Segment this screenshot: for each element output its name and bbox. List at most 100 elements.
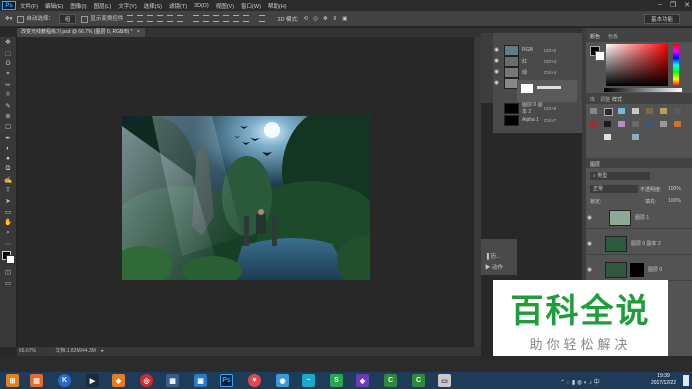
history-brush-tool-icon[interactable]: ✒ xyxy=(0,132,16,143)
document-tab[interactable]: 改变光线教程练习.psd @ 66.7% (图层 0, RGB/8) * × xyxy=(17,28,145,37)
blur-tool-icon[interactable]: ⧉ xyxy=(0,164,16,175)
visibility-eye-icon[interactable]: ◉ xyxy=(586,267,593,273)
style-swatch[interactable] xyxy=(632,108,639,114)
app-folder-icon[interactable]: ▤ xyxy=(30,374,43,387)
menu-type[interactable]: 文字(Y) xyxy=(118,2,136,10)
channel-row[interactable]: ◉ 红 Ctrl+3 xyxy=(493,55,582,67)
close-button[interactable]: ✕ xyxy=(684,1,690,9)
history-item[interactable]: ▐ 历... xyxy=(485,252,501,260)
tab-styles[interactable]: 样式 xyxy=(612,96,622,103)
app-heart-icon[interactable]: ♥ xyxy=(248,374,261,387)
style-swatch[interactable] xyxy=(618,108,625,114)
tab-swatches[interactable]: 色板 xyxy=(608,33,618,40)
menu-window[interactable]: 窗口(W) xyxy=(241,2,261,10)
app-purple-icon[interactable]: ◈ xyxy=(356,374,369,387)
style-swatch[interactable] xyxy=(604,108,613,116)
menu-view[interactable]: 视图(V) xyxy=(216,2,234,10)
color-ramp[interactable] xyxy=(604,88,682,92)
status-arrow-icon[interactable]: ▸ xyxy=(101,348,104,354)
channel-row[interactable]: ◉ RGB Ctrl+2 xyxy=(493,44,582,56)
app-wave-icon[interactable]: ~ xyxy=(302,374,315,387)
gradient-tool-icon[interactable]: ● xyxy=(0,154,16,165)
menu-layer[interactable]: 图层(L) xyxy=(94,2,112,10)
app-fox-icon[interactable]: ◆ xyxy=(112,374,125,387)
type-tool-icon[interactable]: T xyxy=(0,185,16,196)
align-center-icon[interactable] xyxy=(167,15,174,22)
start-button-icon[interactable]: ⊞ xyxy=(6,374,19,387)
visibility-eye-icon[interactable]: ◉ xyxy=(586,241,593,247)
style-swatch[interactable] xyxy=(646,108,653,114)
menu-filter[interactable]: 滤镜(T) xyxy=(169,2,187,10)
style-swatch[interactable] xyxy=(674,121,681,127)
pen-tool-icon[interactable]: ✍ xyxy=(0,175,16,186)
shape-tool-icon[interactable]: ▭ xyxy=(0,207,16,218)
style-swatch[interactable] xyxy=(590,121,597,127)
fill-value[interactable]: 100% xyxy=(668,198,681,204)
minimize-button[interactable]: – xyxy=(658,1,662,9)
align-middle-icon[interactable] xyxy=(137,15,144,22)
app-music-icon[interactable]: ◎ xyxy=(140,374,153,387)
app-photos-icon[interactable]: ▣ xyxy=(194,374,207,387)
style-swatch[interactable] xyxy=(632,134,639,140)
zoom-level[interactable]: 66.67% xyxy=(19,348,36,354)
floating-panel-dock[interactable] xyxy=(517,80,577,102)
color-swatches[interactable] xyxy=(0,249,16,267)
screen-mode-icon[interactable]: ▭ xyxy=(0,277,16,288)
app-camtasia-icon[interactable]: C xyxy=(412,374,425,387)
eraser-tool-icon[interactable]: ◐ xyxy=(0,143,16,154)
app-browser-icon[interactable]: K xyxy=(58,374,71,387)
show-transform-checkbox[interactable]: 显示变换控件 xyxy=(81,14,123,23)
style-swatch[interactable] xyxy=(674,108,681,114)
distribute-left-icon[interactable] xyxy=(223,15,230,22)
auto-select-checkbox[interactable]: 自动选择： xyxy=(17,14,54,23)
layer-filter-dropdown[interactable]: ⌕ 类型 xyxy=(590,172,650,180)
menu-select[interactable]: 选择(S) xyxy=(144,2,162,10)
app-chat-icon[interactable]: ◉ xyxy=(276,374,289,387)
vertical-scrollbar[interactable] xyxy=(474,37,481,347)
app-video-icon[interactable]: ▶ xyxy=(86,374,99,387)
3d-slide-icon[interactable]: ⇕ xyxy=(333,16,338,22)
app-camtasia-icon[interactable]: C xyxy=(384,374,397,387)
crop-tool-icon[interactable]: ✂ xyxy=(0,79,16,90)
menu-file[interactable]: 文件(F) xyxy=(20,2,38,10)
path-select-tool-icon[interactable]: ➤ xyxy=(0,196,16,207)
app-files-icon[interactable]: ▦ xyxy=(166,374,179,387)
brush-tool-icon[interactable]: ⊕ xyxy=(0,111,16,122)
color-picker-field[interactable] xyxy=(606,44,668,86)
app-photoshop-icon[interactable]: Ps xyxy=(220,374,233,387)
eyedropper-tool-icon[interactable]: ⌾ xyxy=(0,90,16,101)
menu-edit[interactable]: 编辑(E) xyxy=(45,2,63,10)
auto-align-icon[interactable] xyxy=(259,15,266,22)
tab-layers[interactable]: 图层 xyxy=(590,161,600,168)
style-swatch[interactable] xyxy=(618,121,625,127)
app-s-icon[interactable]: S xyxy=(330,374,343,387)
channel-row[interactable]: ◉ 绿 Ctrl+4 xyxy=(493,66,582,78)
channel-row[interactable]: 图层 0 副本 2 Ctrl+6 xyxy=(493,102,582,115)
align-right-icon[interactable] xyxy=(177,15,184,22)
align-bottom-icon[interactable] xyxy=(147,15,154,22)
distribute-center-icon[interactable] xyxy=(233,15,240,22)
style-swatch[interactable] xyxy=(604,121,611,127)
hand-tool-icon[interactable]: ✋ xyxy=(0,217,16,228)
style-swatch[interactable] xyxy=(660,121,667,127)
document-tab-close-icon[interactable]: × xyxy=(137,29,140,35)
visibility-eye-icon[interactable]: ◉ xyxy=(493,47,500,53)
tray-icons[interactable]: ⌃ ◌ ▮ ◍ ◐ ♪ 中 xyxy=(560,377,600,386)
3d-scale-icon[interactable]: ▣ xyxy=(342,16,347,22)
layer-row[interactable]: ◉ 图层 0 副本 2 xyxy=(586,233,692,255)
more-tools-icon[interactable]: ⋯ xyxy=(0,238,16,249)
document-image[interactable] xyxy=(122,116,370,280)
layer-row[interactable]: ◉ 图层 0 xyxy=(586,259,692,281)
show-desktop-button[interactable] xyxy=(683,375,689,386)
visibility-eye-icon[interactable]: ◉ xyxy=(493,80,500,86)
style-swatch[interactable] xyxy=(660,108,667,114)
distribute-top-icon[interactable] xyxy=(193,15,200,22)
quick-mask-icon[interactable]: ◫ xyxy=(0,267,16,278)
doc-size[interactable]: 文档:1.82M/44.3M xyxy=(55,348,96,354)
3d-rotate-icon[interactable]: ⟲ xyxy=(304,16,309,22)
healing-brush-tool-icon[interactable]: ✎ xyxy=(0,101,16,112)
channel-row[interactable]: Alpha 1 Ctrl+7 xyxy=(493,114,582,126)
zoom-tool-icon[interactable]: ⌕ xyxy=(0,228,16,239)
blend-mode-dropdown[interactable]: 正常 xyxy=(590,185,638,193)
clock[interactable]: 19:39 2017/12/22 xyxy=(651,373,676,387)
